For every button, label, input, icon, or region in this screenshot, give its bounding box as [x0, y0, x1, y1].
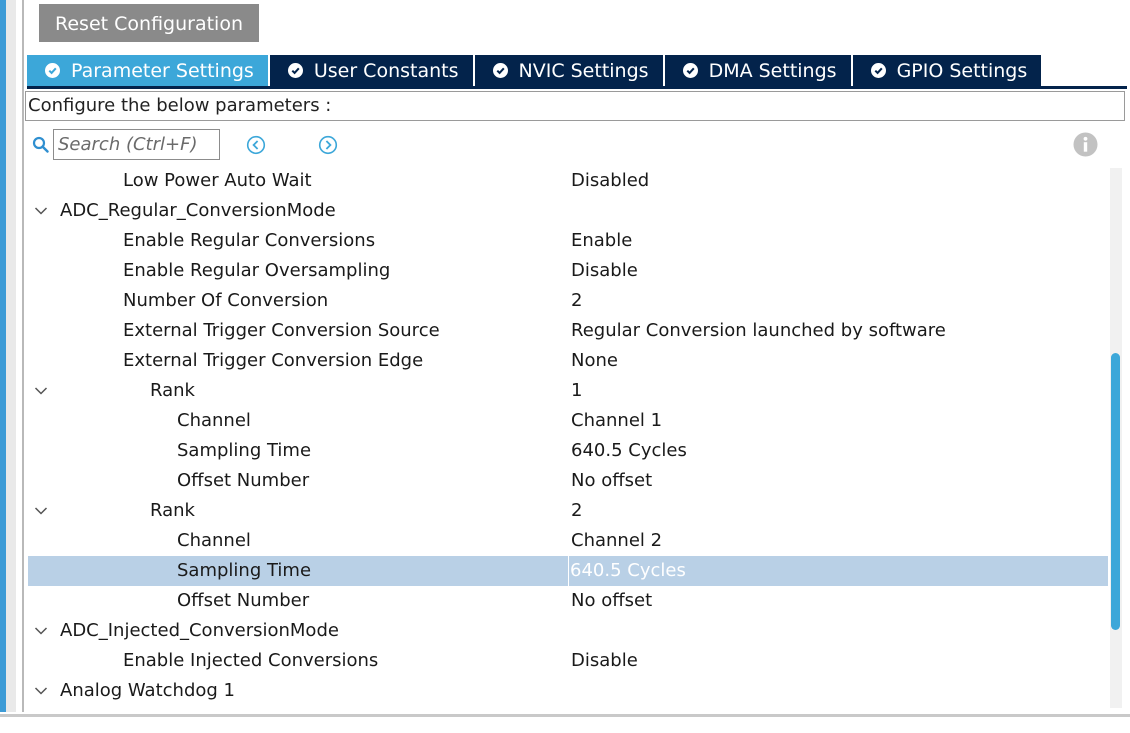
parameter-name: Channel [177, 410, 251, 431]
parameter-value[interactable]: 640.5 Cycles [571, 436, 687, 466]
tree-row[interactable]: Number Of Conversion 2 [28, 286, 1108, 316]
tab-parameter-settings[interactable]: Parameter Settings [27, 55, 270, 86]
tree-group-row[interactable]: ADC_Regular_ConversionMode [28, 196, 1108, 226]
parameter-name: External Trigger Conversion Edge [123, 350, 424, 371]
bottom-divider [0, 714, 1130, 717]
parameter-value[interactable]: No offset [571, 586, 652, 616]
parameter-name: Sampling Time [177, 440, 312, 461]
check-circle-icon [45, 63, 60, 78]
parameter-name: Enable Injected Conversions [123, 650, 379, 671]
group-name: ADC_Regular_ConversionMode [60, 200, 336, 221]
tree-row[interactable]: Channel Channel 1 [28, 406, 1108, 436]
parameter-value[interactable]: Channel 1 [571, 406, 662, 436]
tab-user-constants[interactable]: User Constants [269, 55, 475, 86]
parameter-name: Number Of Conversion [123, 290, 329, 311]
check-circle-icon [492, 63, 508, 78]
tree-row[interactable]: External Trigger Conversion Source Regul… [28, 316, 1108, 346]
configure-parameters-label: Configure the below parameters : [25, 91, 1125, 121]
parameter-value[interactable]: Channel 2 [571, 526, 662, 556]
left-window-edge [0, 0, 16, 712]
parameter-name: Offset Number [177, 470, 310, 491]
tree-row[interactable]: Channel Channel 2 [28, 526, 1108, 556]
group-name: Analog Watchdog 1 [60, 680, 235, 701]
reset-configuration-button[interactable]: Reset Configuration [39, 4, 259, 42]
tree-row[interactable]: Enable Regular Conversions Enable [28, 226, 1108, 256]
tab-dma-settings[interactable]: DMA Settings [664, 55, 853, 86]
parameter-value[interactable]: 1 [571, 376, 582, 406]
check-circle-icon [682, 63, 698, 78]
parameter-name: Channel [177, 530, 251, 551]
tree-row[interactable]: External Trigger Conversion Edge None [28, 346, 1108, 376]
parameter-tree: Low Power Auto Wait Disabled ADC_Regular… [28, 166, 1108, 706]
tree-group-row[interactable]: ADC_Injected_ConversionMode [28, 616, 1108, 646]
vertical-scrollbar[interactable] [1110, 168, 1122, 708]
search-icon [32, 136, 49, 153]
parameter-value[interactable]: 640.5 Cycles [568, 556, 1108, 586]
parameter-value[interactable]: Disable [571, 256, 638, 286]
tree-rank-row[interactable]: Rank 2 [28, 496, 1108, 526]
tree-row[interactable]: Enable Regular Oversampling Disable [28, 256, 1108, 286]
parameter-name: Low Power Auto Wait [123, 170, 312, 191]
scrollbar-thumb[interactable] [1111, 353, 1120, 630]
parameter-name: Enable Regular Oversampling [123, 260, 391, 281]
parameter-name: Sampling Time [177, 560, 312, 581]
parameter-value[interactable]: 2 [571, 286, 582, 316]
parameter-name: Rank [150, 380, 195, 401]
tab-label: GPIO Settings [896, 59, 1028, 82]
parameter-value[interactable]: Regular Conversion launched by software [571, 316, 946, 346]
parameter-value[interactable]: Disabled [571, 166, 649, 196]
prev-result-icon[interactable] [246, 135, 266, 155]
next-result-icon[interactable] [318, 135, 338, 155]
parameter-name: Enable Regular Conversions [123, 230, 376, 251]
parameter-name: External Trigger Conversion Source [123, 320, 440, 341]
tree-row[interactable]: Offset Number No offset [28, 466, 1108, 496]
chevron-down-icon[interactable] [34, 386, 48, 396]
info-icon[interactable] [1073, 132, 1098, 157]
tab-label: DMA Settings [708, 59, 837, 82]
check-circle-icon [870, 63, 886, 78]
check-circle-icon [287, 63, 303, 78]
tab-nvic-settings[interactable]: NVIC Settings [474, 55, 665, 86]
tab-label: NVIC Settings [518, 59, 649, 82]
chevron-down-icon[interactable] [34, 506, 48, 516]
tree-row[interactable]: Offset Number No offset [28, 586, 1108, 616]
parameter-value[interactable]: Disable [571, 646, 638, 676]
tab-gpio-settings[interactable]: GPIO Settings [852, 55, 1044, 86]
tree-row[interactable]: Low Power Auto Wait Disabled [28, 166, 1108, 196]
settings-tab-bar: Parameter Settings User Constants NVIC S… [27, 55, 1044, 86]
parameter-value[interactable]: No offset [571, 466, 652, 496]
group-name: ADC_Injected_ConversionMode [60, 620, 339, 641]
chevron-down-icon[interactable] [34, 206, 48, 216]
tree-group-row[interactable]: Analog Watchdog 1 [28, 676, 1108, 706]
parameter-settings-panel: Configure the below parameters : Low Pow… [24, 89, 1130, 714]
chevron-down-icon[interactable] [34, 686, 48, 696]
tree-row[interactable]: Sampling Time 640.5 Cycles [28, 436, 1108, 466]
tree-row[interactable]: Enable Injected Conversions Disable [28, 646, 1108, 676]
search-input[interactable] [53, 129, 220, 160]
tab-label: User Constants [313, 59, 459, 82]
search-bar [24, 127, 1130, 161]
parameter-name: Rank [150, 500, 195, 521]
parameter-name: Offset Number [177, 590, 310, 611]
parameter-value[interactable]: 2 [571, 496, 582, 526]
chevron-down-icon[interactable] [34, 626, 48, 636]
parameter-value[interactable]: Enable [571, 226, 632, 256]
tree-row-selected[interactable]: Sampling Time 640.5 Cycles [28, 556, 1108, 586]
tab-label: Parameter Settings [71, 59, 254, 82]
parameter-value[interactable]: None [571, 346, 618, 376]
tree-rank-row[interactable]: Rank 1 [28, 376, 1108, 406]
